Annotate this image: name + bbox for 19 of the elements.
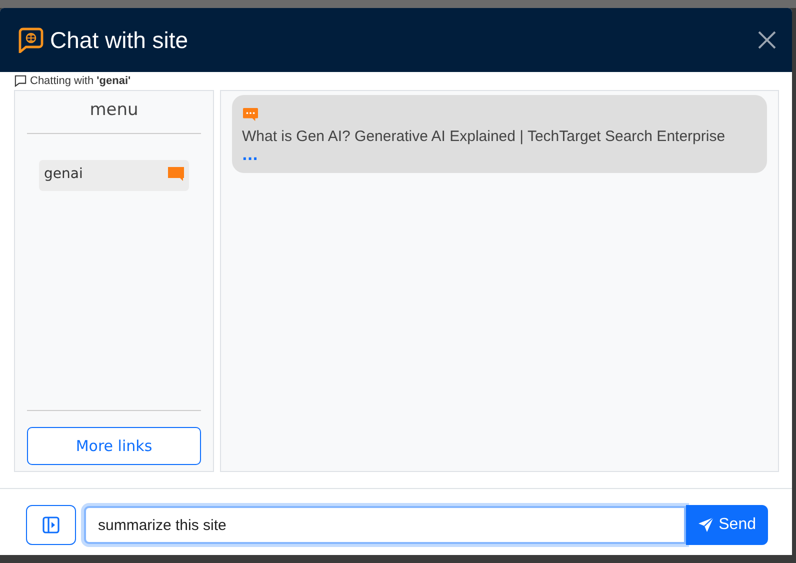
dialog-title: Chat with site xyxy=(50,26,190,54)
close-icon xyxy=(758,31,776,49)
close-button[interactable] xyxy=(758,31,776,49)
menu-title: menu xyxy=(27,91,201,134)
menu-item-label: genai xyxy=(44,166,83,182)
message-text: What is Gen AI? Generative AI Explained | TechTarget Search Enterprise xyxy=(242,128,726,145)
speech-bubble-icon xyxy=(14,75,27,87)
chatting-with-label: Chatting with 'genai' xyxy=(30,75,131,87)
message-input[interactable]: summarize this site xyxy=(84,506,686,544)
paper-plane-icon xyxy=(698,517,714,533)
chat-globe-icon xyxy=(18,27,44,53)
expand-link[interactable]: ... xyxy=(242,151,258,161)
sidebar-toggle-button[interactable] xyxy=(26,505,76,545)
chat-bubble-icon xyxy=(167,166,185,182)
send-button[interactable]: Send xyxy=(686,505,768,545)
more-links-button[interactable]: More links xyxy=(27,427,201,465)
sidebar-icon xyxy=(42,516,60,534)
menu-item[interactable]: genai xyxy=(39,160,189,191)
chat-dots-icon xyxy=(242,107,259,122)
